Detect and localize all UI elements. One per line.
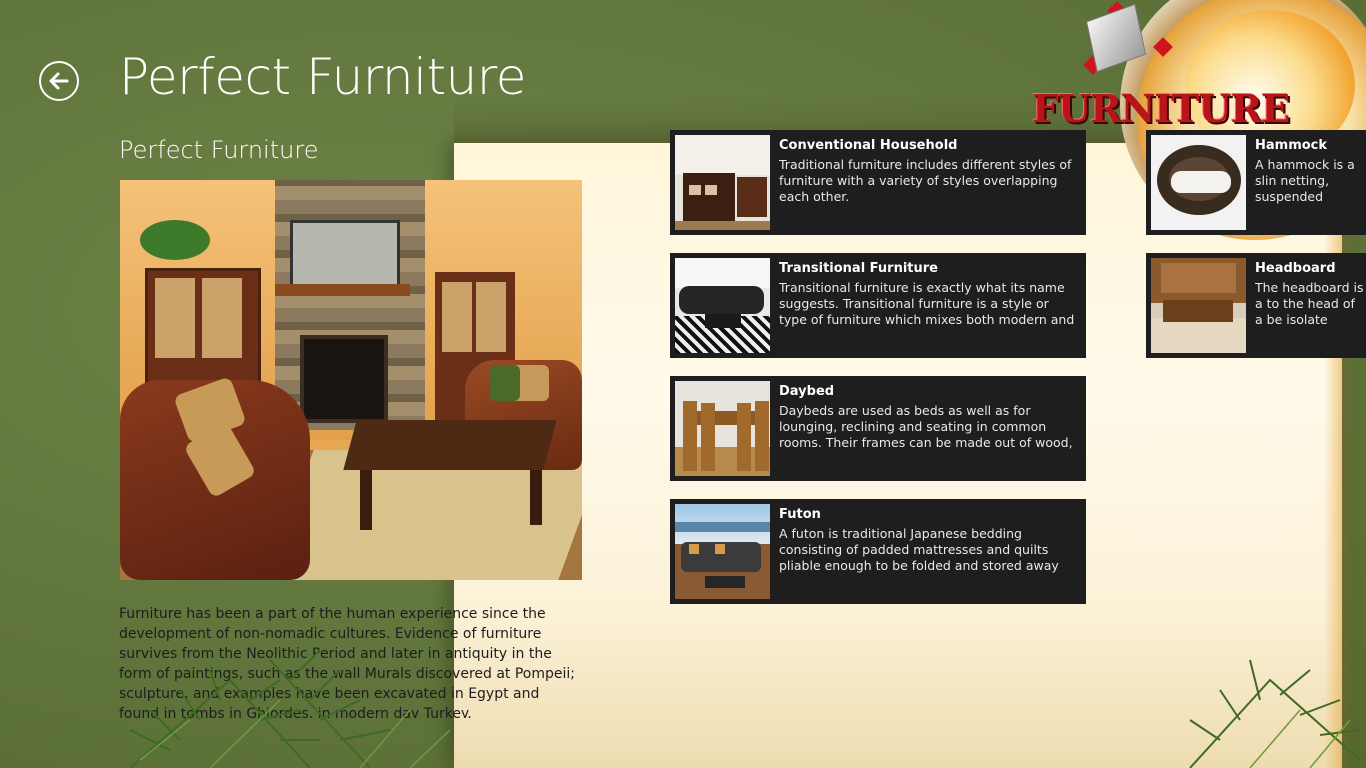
furniture-description: Furniture has been a part of the human e… xyxy=(119,606,576,718)
item-description: Traditional furniture includes different… xyxy=(779,157,1072,204)
item-description: A futon is traditional Japanese bedding … xyxy=(779,526,1059,573)
item-thumbnail xyxy=(1151,258,1246,353)
item-thumbnail xyxy=(675,504,770,599)
item-description: Transitional furniture is exactly what i… xyxy=(779,280,1075,327)
item-title: Transitional Furniture xyxy=(779,261,938,276)
item-thumbnail xyxy=(675,381,770,476)
item-tile-futon[interactable]: Futon A futon is traditional Japanese be… xyxy=(670,499,1086,604)
item-description: Daybeds are used as beds as well as for … xyxy=(779,403,1073,450)
item-title: Hammock xyxy=(1255,138,1328,153)
item-tile-transitional-furniture[interactable]: Transitional Furniture Transitional furn… xyxy=(670,253,1086,358)
item-description: A hammock is a slin netting, suspended s… xyxy=(1255,157,1355,204)
item-thumbnail xyxy=(1151,135,1246,230)
page-title: Perfect Furniture xyxy=(119,48,527,106)
item-thumbnail xyxy=(675,258,770,353)
item-title: Conventional Household xyxy=(779,138,958,153)
item-title: Daybed xyxy=(779,384,835,399)
section-title: Perfect Furniture xyxy=(119,136,319,164)
item-title: Futon xyxy=(779,507,821,522)
logo-text: FURNITURE xyxy=(1032,86,1290,131)
item-tile-daybed[interactable]: Daybed Daybeds are used as beds as well … xyxy=(670,376,1086,481)
living-room-image xyxy=(120,180,582,580)
item-tile-headboard[interactable]: Headboard The headboard is a to the head… xyxy=(1146,253,1366,358)
item-thumbnail xyxy=(675,135,770,230)
back-arrow-icon xyxy=(49,72,69,90)
item-tile-hammock[interactable]: Hammock A hammock is a slin netting, sus… xyxy=(1146,130,1366,235)
item-tile-conventional-household[interactable]: Conventional Household Traditional furni… xyxy=(670,130,1086,235)
item-title: Headboard xyxy=(1255,261,1336,276)
back-button[interactable] xyxy=(39,61,79,101)
item-description: The headboard is a to the head of a be i… xyxy=(1255,280,1364,327)
